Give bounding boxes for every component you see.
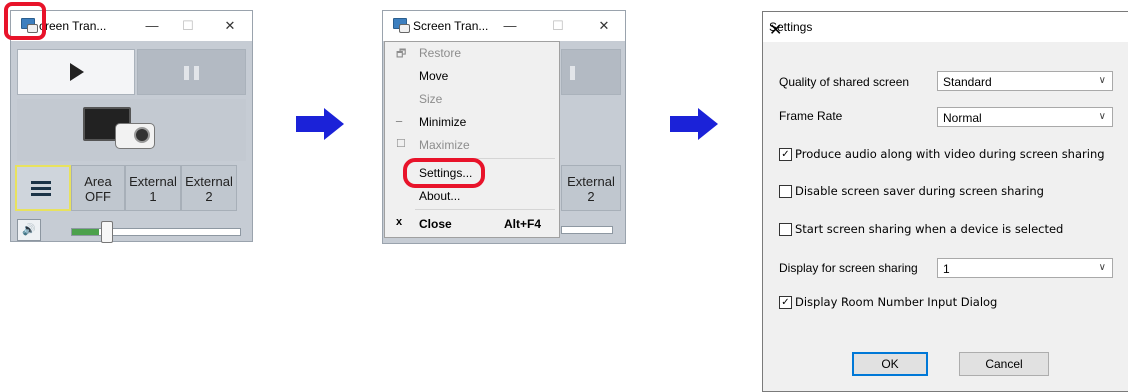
menu-item-restore[interactable]: 🗗 Restore xyxy=(385,42,559,64)
system-context-menu: 🗗 Restore Move Size _ Minimize ☐ Maximiz… xyxy=(384,41,560,238)
device-illustration xyxy=(17,99,246,161)
cancel-button[interactable]: Cancel xyxy=(959,352,1049,376)
menu-item-about[interactable]: About... xyxy=(385,185,559,207)
input-external-2[interactable]: External 2 xyxy=(181,165,237,211)
menu-item-maximize[interactable]: ☐ Maximize xyxy=(385,134,559,156)
ok-button[interactable]: OK xyxy=(852,352,928,376)
restore-icon: 🗗 xyxy=(396,48,407,60)
display-select[interactable]: 1 ∨ xyxy=(937,258,1113,278)
close-button-2[interactable]: ✕ xyxy=(593,15,615,37)
arrow-1 xyxy=(296,116,324,132)
arrow-2 xyxy=(670,116,698,132)
app-icon-2[interactable] xyxy=(393,18,410,33)
screen-transmission-window-main: creen Tran... — ☐ ✕ Area OFF External 1 … xyxy=(10,10,253,245)
volume-track-2[interactable] xyxy=(561,226,613,234)
window-title-2: Screen Tran... xyxy=(413,19,489,33)
volume-row: 🔊 xyxy=(11,215,251,245)
chevron-down-icon: ∨ xyxy=(1098,75,1106,86)
chevron-down-icon: ∨ xyxy=(1098,262,1106,273)
close-x-icon: x xyxy=(396,216,403,228)
input-selector-row: Area OFF External 1 External 2 xyxy=(15,165,237,211)
settings-highlight xyxy=(403,158,485,188)
menu-list-button[interactable] xyxy=(15,165,71,211)
play-button[interactable] xyxy=(17,49,135,95)
input-external-2-b[interactable]: External 2 xyxy=(561,165,621,211)
menu-item-minimize[interactable]: _ Minimize xyxy=(385,111,559,133)
maximize-button-2: ☐ xyxy=(552,18,564,33)
title-bar[interactable]: creen Tran... — ☐ ✕ xyxy=(11,11,252,41)
minimize-button[interactable]: — xyxy=(141,15,163,37)
display-label: Display for screen sharing xyxy=(779,261,918,275)
close-button[interactable]: ✕ xyxy=(219,15,241,37)
volume-slider-thumb[interactable] xyxy=(101,221,113,243)
maximize-button: ☐ xyxy=(182,18,194,33)
arrow-1-head xyxy=(324,108,344,140)
frame-rate-label: Frame Rate xyxy=(779,109,843,123)
menu-item-close[interactable]: x Close Alt+F4 xyxy=(385,213,559,235)
pause-button-2[interactable] xyxy=(561,49,621,95)
volume-fill xyxy=(72,229,99,235)
arrow-2-head xyxy=(698,108,718,140)
menu-item-size[interactable]: Size xyxy=(385,88,559,110)
window-title: creen Tran... xyxy=(39,19,107,33)
play-icon xyxy=(70,63,84,81)
speaker-icon[interactable]: 🔊 xyxy=(17,219,41,241)
input-external-1[interactable]: External 1 xyxy=(125,165,181,211)
close-icon[interactable]: ✕ xyxy=(769,20,1128,40)
settings-dialog: Settings ✕ Quality of shared screen Stan… xyxy=(762,11,1128,392)
list-icon xyxy=(31,181,51,199)
minimize-button-2[interactable]: — xyxy=(499,15,521,37)
app-icon-highlight xyxy=(4,2,46,40)
playback-controls xyxy=(17,49,246,95)
title-bar-2[interactable]: Screen Tran... — ☐ ✕ xyxy=(383,11,625,41)
menu-separator-2 xyxy=(415,209,555,210)
pause-button[interactable] xyxy=(137,49,246,95)
room-number-check-box[interactable]: ✓ xyxy=(779,296,792,309)
input-area-off[interactable]: Area OFF xyxy=(71,165,125,211)
quality-select[interactable]: Standard ∨ xyxy=(937,71,1113,91)
menu-item-move[interactable]: Move xyxy=(385,65,559,87)
autostart-check-box[interactable] xyxy=(779,223,792,236)
frame-rate-select[interactable]: Normal ∨ xyxy=(937,107,1113,127)
volume-track[interactable] xyxy=(71,228,241,236)
minimize-icon: _ xyxy=(396,111,403,123)
settings-title-bar[interactable]: Settings ✕ xyxy=(763,12,1128,42)
screensaver-check-box[interactable] xyxy=(779,185,792,198)
maximize-icon: ☐ xyxy=(396,138,406,150)
pause-icon xyxy=(184,66,189,80)
quality-label: Quality of shared screen xyxy=(779,75,910,89)
projector-icon xyxy=(115,123,155,149)
chevron-down-icon: ∨ xyxy=(1098,111,1106,122)
audio-check-box[interactable]: ✓ xyxy=(779,148,792,161)
